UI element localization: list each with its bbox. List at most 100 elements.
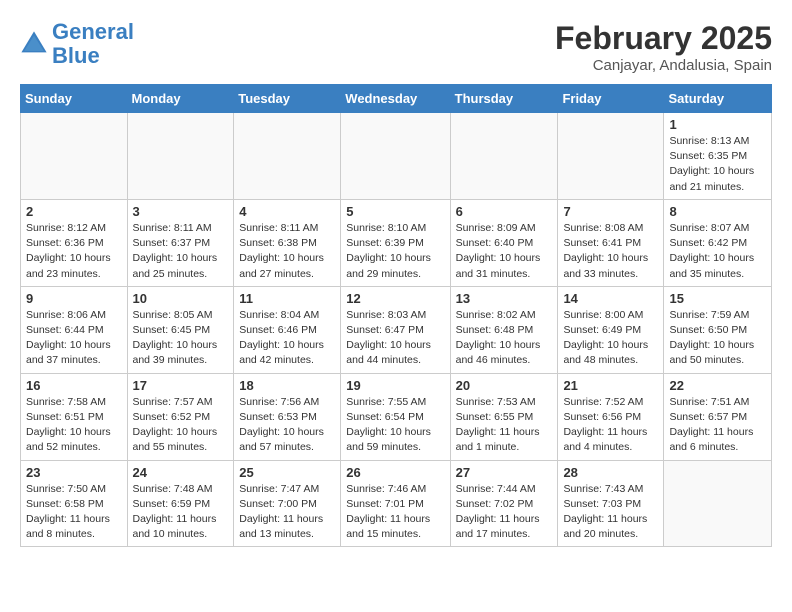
weekday-header-sunday: Sunday: [21, 85, 128, 113]
day-info: Sunrise: 7:56 AM Sunset: 6:53 PM Dayligh…: [239, 395, 335, 456]
day-number: 9: [26, 291, 122, 306]
day-info: Sunrise: 7:53 AM Sunset: 6:55 PM Dayligh…: [456, 395, 553, 456]
weekday-header-saturday: Saturday: [664, 85, 772, 113]
day-info: Sunrise: 7:44 AM Sunset: 7:02 PM Dayligh…: [456, 482, 553, 543]
day-info: Sunrise: 8:11 AM Sunset: 6:37 PM Dayligh…: [133, 221, 229, 282]
day-info: Sunrise: 7:46 AM Sunset: 7:01 PM Dayligh…: [346, 482, 444, 543]
day-number: 15: [669, 291, 766, 306]
calendar-cell: [664, 460, 772, 547]
day-number: 5: [346, 204, 444, 219]
calendar-cell: 5 Sunrise: 8:10 AM Sunset: 6:39 PM Daylig…: [341, 199, 450, 286]
day-info: Sunrise: 7:52 AM Sunset: 6:56 PM Dayligh…: [563, 395, 658, 456]
calendar-cell: [21, 113, 128, 200]
weekday-header-tuesday: Tuesday: [234, 85, 341, 113]
day-number: 13: [456, 291, 553, 306]
day-number: 12: [346, 291, 444, 306]
logo: General Blue: [20, 20, 134, 68]
day-number: 14: [563, 291, 658, 306]
day-info: Sunrise: 8:10 AM Sunset: 6:39 PM Dayligh…: [346, 221, 444, 282]
logo-icon: [20, 30, 48, 58]
calendar-cell: 7 Sunrise: 8:08 AM Sunset: 6:41 PM Daylig…: [558, 199, 664, 286]
day-info: Sunrise: 8:00 AM Sunset: 6:49 PM Dayligh…: [563, 308, 658, 369]
logo-text: General Blue: [52, 20, 134, 68]
day-number: 25: [239, 465, 335, 480]
calendar-cell: 12 Sunrise: 8:03 AM Sunset: 6:47 PM Dayli…: [341, 286, 450, 373]
day-info: Sunrise: 8:03 AM Sunset: 6:47 PM Dayligh…: [346, 308, 444, 369]
calendar-cell: 23 Sunrise: 7:50 AM Sunset: 6:58 PM Dayli…: [21, 460, 128, 547]
month-title: February 2025: [555, 20, 772, 57]
day-number: 20: [456, 378, 553, 393]
calendar-cell: 21 Sunrise: 7:52 AM Sunset: 6:56 PM Dayli…: [558, 373, 664, 460]
week-row-2: 9 Sunrise: 8:06 AM Sunset: 6:44 PM Daylig…: [21, 286, 772, 373]
calendar-cell: 22 Sunrise: 7:51 AM Sunset: 6:57 PM Dayli…: [664, 373, 772, 460]
calendar-cell: 17 Sunrise: 7:57 AM Sunset: 6:52 PM Dayli…: [127, 373, 234, 460]
day-info: Sunrise: 7:51 AM Sunset: 6:57 PM Dayligh…: [669, 395, 766, 456]
day-info: Sunrise: 8:13 AM Sunset: 6:35 PM Dayligh…: [669, 134, 766, 195]
day-number: 7: [563, 204, 658, 219]
day-number: 24: [133, 465, 229, 480]
day-info: Sunrise: 8:06 AM Sunset: 6:44 PM Dayligh…: [26, 308, 122, 369]
day-number: 8: [669, 204, 766, 219]
day-number: 16: [26, 378, 122, 393]
day-number: 18: [239, 378, 335, 393]
weekday-header-monday: Monday: [127, 85, 234, 113]
week-row-1: 2 Sunrise: 8:12 AM Sunset: 6:36 PM Daylig…: [21, 199, 772, 286]
location: Canjayar, Andalusia, Spain: [555, 57, 772, 74]
calendar-cell: 16Sunrise: 7:58 AM Sunset: 6:51 PM Dayli…: [21, 373, 128, 460]
calendar-cell: 14 Sunrise: 8:00 AM Sunset: 6:49 PM Dayli…: [558, 286, 664, 373]
calendar-cell: 19Sunrise: 7:55 AM Sunset: 6:54 PM Dayli…: [341, 373, 450, 460]
day-number: 19: [346, 378, 444, 393]
day-number: 10: [133, 291, 229, 306]
day-number: 17: [133, 378, 229, 393]
calendar-cell: 11 Sunrise: 8:04 AM Sunset: 6:46 PM Dayli…: [234, 286, 341, 373]
day-info: Sunrise: 7:50 AM Sunset: 6:58 PM Dayligh…: [26, 482, 122, 543]
calendar-cell: 3 Sunrise: 8:11 AM Sunset: 6:37 PM Daylig…: [127, 199, 234, 286]
weekday-header-thursday: Thursday: [450, 85, 558, 113]
day-info: Sunrise: 7:48 AM Sunset: 6:59 PM Dayligh…: [133, 482, 229, 543]
day-info: Sunrise: 8:12 AM Sunset: 6:36 PM Dayligh…: [26, 221, 122, 282]
day-info: Sunrise: 8:09 AM Sunset: 6:40 PM Dayligh…: [456, 221, 553, 282]
day-info: Sunrise: 7:43 AM Sunset: 7:03 PM Dayligh…: [563, 482, 658, 543]
day-number: 28: [563, 465, 658, 480]
calendar-cell: 1 Sunrise: 8:13 AM Sunset: 6:35 PM Daylig…: [664, 113, 772, 200]
day-number: 2: [26, 204, 122, 219]
calendar-cell: 9 Sunrise: 8:06 AM Sunset: 6:44 PM Daylig…: [21, 286, 128, 373]
title-area: February 2025 Canjayar, Andalusia, Spain: [555, 20, 772, 74]
day-info: Sunrise: 8:02 AM Sunset: 6:48 PM Dayligh…: [456, 308, 553, 369]
calendar-cell: [234, 113, 341, 200]
day-info: Sunrise: 8:07 AM Sunset: 6:42 PM Dayligh…: [669, 221, 766, 282]
day-number: 3: [133, 204, 229, 219]
calendar-table: SundayMondayTuesdayWednesdayThursdayFrid…: [20, 84, 772, 547]
day-number: 22: [669, 378, 766, 393]
day-number: 27: [456, 465, 553, 480]
calendar-cell: 26Sunrise: 7:46 AM Sunset: 7:01 PM Dayli…: [341, 460, 450, 547]
weekday-header-friday: Friday: [558, 85, 664, 113]
calendar-cell: 24 Sunrise: 7:48 AM Sunset: 6:59 PM Dayli…: [127, 460, 234, 547]
calendar-cell: [341, 113, 450, 200]
day-info: Sunrise: 7:57 AM Sunset: 6:52 PM Dayligh…: [133, 395, 229, 456]
weekday-header-wednesday: Wednesday: [341, 85, 450, 113]
week-row-4: 23 Sunrise: 7:50 AM Sunset: 6:58 PM Dayli…: [21, 460, 772, 547]
day-number: 6: [456, 204, 553, 219]
calendar-cell: [558, 113, 664, 200]
calendar-cell: 15Sunrise: 7:59 AM Sunset: 6:50 PM Dayli…: [664, 286, 772, 373]
calendar-cell: 13 Sunrise: 8:02 AM Sunset: 6:48 PM Dayli…: [450, 286, 558, 373]
day-info: Sunrise: 8:04 AM Sunset: 6:46 PM Dayligh…: [239, 308, 335, 369]
weekday-header-row: SundayMondayTuesdayWednesdayThursdayFrid…: [21, 85, 772, 113]
week-row-3: 16Sunrise: 7:58 AM Sunset: 6:51 PM Dayli…: [21, 373, 772, 460]
day-number: 1: [669, 117, 766, 132]
calendar-cell: 2 Sunrise: 8:12 AM Sunset: 6:36 PM Daylig…: [21, 199, 128, 286]
day-number: 23: [26, 465, 122, 480]
day-number: 11: [239, 291, 335, 306]
calendar-cell: [450, 113, 558, 200]
calendar-cell: 25 Sunrise: 7:47 AM Sunset: 7:00 PM Dayli…: [234, 460, 341, 547]
calendar-cell: 8 Sunrise: 8:07 AM Sunset: 6:42 PM Daylig…: [664, 199, 772, 286]
calendar-cell: 18 Sunrise: 7:56 AM Sunset: 6:53 PM Dayli…: [234, 373, 341, 460]
day-number: 21: [563, 378, 658, 393]
calendar-body: 1 Sunrise: 8:13 AM Sunset: 6:35 PM Daylig…: [21, 113, 772, 547]
day-number: 4: [239, 204, 335, 219]
day-info: Sunrise: 7:47 AM Sunset: 7:00 PM Dayligh…: [239, 482, 335, 543]
calendar-cell: 6 Sunrise: 8:09 AM Sunset: 6:40 PM Daylig…: [450, 199, 558, 286]
calendar-cell: 4Sunrise: 8:11 AM Sunset: 6:38 PM Daylig…: [234, 199, 341, 286]
day-info: Sunrise: 8:08 AM Sunset: 6:41 PM Dayligh…: [563, 221, 658, 282]
